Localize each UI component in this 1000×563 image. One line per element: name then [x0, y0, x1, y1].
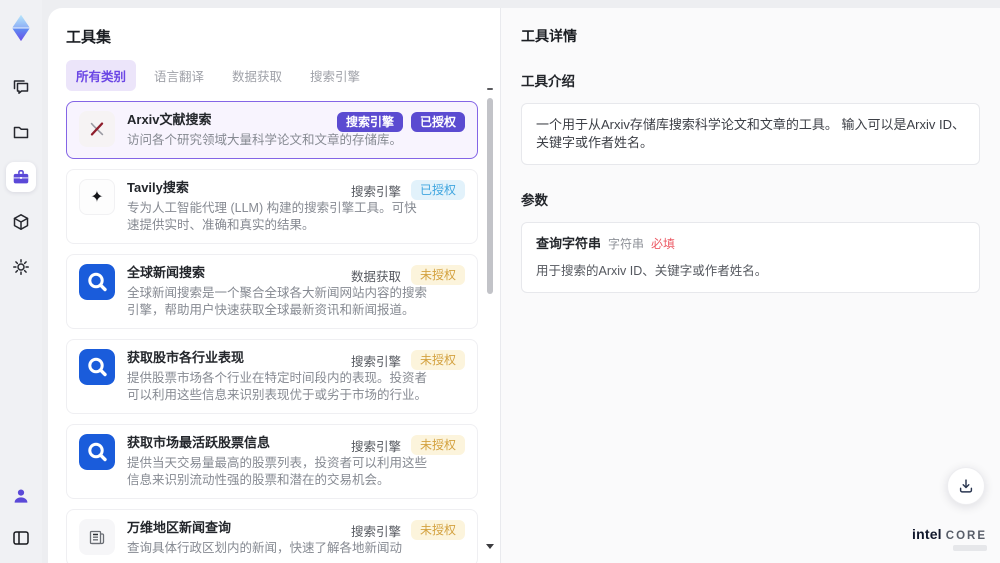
intel-core-logo: intel CORE — [912, 526, 987, 551]
left-sidebar — [0, 0, 42, 563]
tool-list-item[interactable]: 万维地区新闻查询 查询具体行政区划内的新闻，快速了解各地新闻动 搜索引擎 未授权 — [66, 509, 478, 563]
tool-meta: 搜索引擎 未授权 — [351, 520, 465, 540]
arxiv-logo — [79, 111, 115, 147]
scrollbar-thumb[interactable] — [487, 98, 493, 294]
category-tabs: 所有类别 语言翻译 数据获取 搜索引擎 — [66, 60, 500, 91]
tool-intro-text: 一个用于从Arxiv存储库搜索科学论文和文章的工具。 输入可以是Arxiv ID… — [536, 117, 966, 150]
blue-search-logo — [79, 264, 115, 300]
tool-category-label: 数据获取 — [350, 269, 401, 284]
user-icon[interactable] — [6, 481, 36, 511]
parameter-type: 字符串 — [608, 237, 645, 251]
cube-icon[interactable] — [6, 207, 36, 237]
newspaper-icon — [79, 519, 115, 555]
tool-auth-badge: 未授权 — [410, 265, 465, 285]
intro-heading: 工具介绍 — [521, 74, 575, 89]
panel-toggle-icon[interactable] — [6, 523, 36, 553]
tool-meta: 数据获取 未授权 — [351, 265, 465, 285]
tool-meta: 搜索引擎 已授权 — [351, 180, 465, 200]
page-title: 工具集 — [66, 29, 112, 46]
tool-category-label: 搜索引擎 — [350, 524, 401, 539]
parameter-description: 用于搜索的Arxiv ID、关键字或作者姓名。 — [536, 264, 768, 278]
settings-gear-icon[interactable] — [6, 252, 36, 282]
tool-meta: 搜索引擎 未授权 — [351, 350, 465, 370]
tool-description: 提供股票市场各个行业在特定时间段内的表现。投资者可以利用这些信息来识别表现优于或… — [127, 371, 428, 402]
tool-meta: 搜索引擎 未授权 — [351, 435, 465, 455]
blue-search-logo — [79, 349, 115, 385]
tool-description: 查询具体行政区划内的新闻，快速了解各地新闻动 — [127, 541, 403, 555]
detail-title: 工具详情 — [521, 28, 577, 44]
tab-language-translation[interactable]: 语言翻译 — [144, 60, 214, 91]
tool-auth-badge: 已授权 — [410, 180, 465, 200]
tool-category-label: 搜索引擎 — [350, 354, 401, 369]
parameter-box: 查询字符串 字符串 必填 用于搜索的Arxiv ID、关键字或作者姓名。 — [521, 222, 980, 293]
blue-search-logo — [79, 434, 115, 470]
toolbox-icon[interactable] — [6, 162, 36, 192]
tool-category-label: 搜索引擎 — [350, 184, 401, 199]
download-icon — [957, 477, 975, 495]
core-wordmark: CORE — [945, 530, 987, 542]
tool-category-label: 搜索引擎 — [336, 112, 403, 132]
tool-list-panel: 工具集 所有类别 语言翻译 数据获取 搜索引擎 Arxiv文献搜索 访问各个研究领域大… — [48, 8, 500, 563]
tool-list-item[interactable]: 全球新闻搜索 全球新闻搜索是一个聚合全球各大新闻网站内容的搜索引擎，帮助用户快速… — [66, 254, 478, 329]
tool-auth-badge: 未授权 — [410, 435, 465, 455]
tab-data-fetch[interactable]: 数据获取 — [222, 60, 292, 91]
tool-list-item[interactable]: Arxiv文献搜索 访问各个研究领域大量科学论文和文章的存储库。 搜索引擎 已授… — [66, 101, 478, 159]
tool-intro-box: 一个用于从Arxiv存储库搜索科学论文和文章的工具。 输入可以是Arxiv ID… — [521, 103, 980, 165]
tool-description: 全球新闻搜索是一个聚合全球各大新闻网站内容的搜索引擎，帮助用户快速获取全球最新资… — [127, 286, 428, 317]
tool-auth-badge: 已授权 — [410, 112, 465, 132]
tool-list-item[interactable]: ✦ Tavily搜索 专为人工智能代理 (LLM) 构建的搜索引擎工具。可快速提… — [66, 169, 478, 244]
chat-icon[interactable] — [6, 72, 36, 102]
tool-auth-badge: 未授权 — [410, 520, 465, 540]
parameter-name: 查询字符串 — [536, 236, 602, 251]
parameter-header: 查询字符串 字符串 必填 — [536, 235, 965, 253]
tool-list-item[interactable]: 获取市场最活跃股票信息 提供当天交易量最高的股票列表，投资者可以利用这些信息来识… — [66, 424, 478, 499]
tool-description: 访问各个研究领域大量科学论文和文章的存储库。 — [127, 133, 403, 147]
tool-detail-panel: 工具详情 工具介绍 一个用于从Arxiv存储库搜索科学论文和文章的工具。 输入可… — [500, 8, 1000, 563]
brand-sub-mark — [953, 545, 987, 551]
params-heading: 参数 — [521, 193, 548, 208]
tab-search-engine[interactable]: 搜索引擎 — [300, 60, 370, 91]
parameter-required-badge: 必填 — [651, 237, 676, 251]
tool-description: 提供当天交易量最高的股票列表，投资者可以利用这些信息来识别流动性强的股票和潜在的… — [127, 456, 428, 487]
scroll-down-button[interactable] — [486, 544, 494, 549]
tool-meta: 搜索引擎 已授权 — [336, 112, 465, 132]
tool-description: 专为人工智能代理 (LLM) 构建的搜索引擎工具。可快速提供实时、准确和真实的结… — [127, 201, 417, 232]
tool-category-label: 搜索引擎 — [350, 439, 401, 454]
tab-all-categories[interactable]: 所有类别 — [66, 60, 137, 91]
list-scrollbar[interactable] — [485, 88, 495, 549]
folder-icon[interactable] — [6, 117, 36, 147]
tool-list: Arxiv文献搜索 访问各个研究领域大量科学论文和文章的存储库。 搜索引擎 已授… — [66, 101, 478, 563]
main-panel: 工具集 所有类别 语言翻译 数据获取 搜索引擎 Arxiv文献搜索 访问各个研究领域大… — [48, 8, 1000, 563]
tool-auth-badge: 未授权 — [410, 350, 465, 370]
intel-wordmark: intel — [911, 526, 942, 542]
tool-list-item[interactable]: 获取股市各行业表现 提供股票市场各个行业在特定时间段内的表现。投资者可以利用这些… — [66, 339, 478, 414]
scroll-up-button[interactable] — [487, 88, 493, 90]
download-button[interactable] — [947, 467, 985, 505]
brand-diamond-logo — [5, 12, 37, 44]
tavily-star-logo: ✦ — [79, 179, 115, 215]
